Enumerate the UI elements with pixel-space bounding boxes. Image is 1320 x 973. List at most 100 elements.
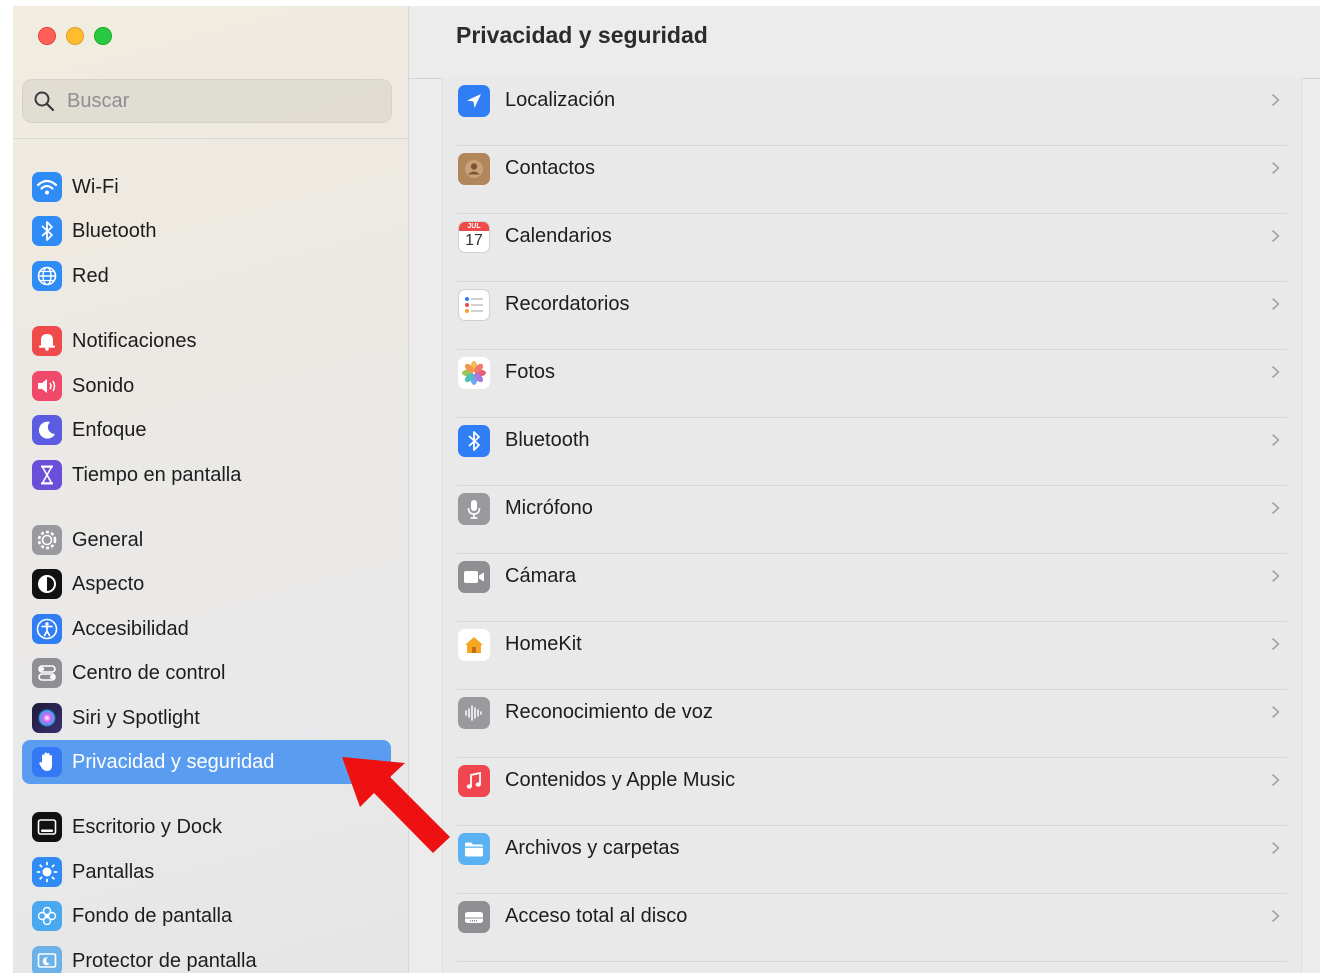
sidebar-item-general[interactable]: General xyxy=(22,518,391,562)
privacy-row-label: Reconocimiento de voz xyxy=(505,701,713,723)
screensaver-icon xyxy=(32,946,62,973)
sidebar-item-displays[interactable]: Pantallas xyxy=(22,850,391,894)
calendar-icon: JUL 17 xyxy=(458,221,490,253)
search-field[interactable] xyxy=(22,79,392,123)
zoom-window-button[interactable] xyxy=(94,27,112,45)
sidebar-item-label: Fondo de pantalla xyxy=(72,904,233,927)
chevron-right-icon xyxy=(1272,842,1280,854)
camera-icon xyxy=(458,561,490,593)
dock-icon xyxy=(32,812,62,842)
red-arrow-icon xyxy=(342,757,450,853)
sidebar-item-control-center[interactable]: Centro de control xyxy=(22,651,391,695)
sidebar-item-wifi[interactable]: Wi-Fi xyxy=(22,165,391,209)
chevron-right-icon xyxy=(1272,94,1280,106)
bluetooth-icon xyxy=(458,425,490,457)
privacy-row-homekit[interactable]: HomeKit xyxy=(457,622,1287,690)
privacy-row-bluetooth[interactable]: Bluetooth xyxy=(457,418,1287,486)
sidebar-item-appearance[interactable]: Aspecto xyxy=(22,562,391,606)
wifi-icon xyxy=(32,172,62,202)
chevron-right-icon xyxy=(1272,774,1280,786)
globe-icon xyxy=(32,261,62,291)
sidebar-item-label: Protector de pantalla xyxy=(72,949,257,972)
chevron-right-icon xyxy=(1272,502,1280,514)
moon-icon xyxy=(32,415,62,445)
privacy-row-label: Micrófono xyxy=(505,497,593,519)
sidebar-item-screen-time[interactable]: Tiempo en pantalla xyxy=(22,453,391,497)
sidebar-item-notifications[interactable]: Notificaciones xyxy=(22,319,391,363)
privacy-row-label: Contenidos y Apple Music xyxy=(505,769,736,791)
music-note-icon xyxy=(458,765,490,797)
minimize-window-button[interactable] xyxy=(66,27,84,45)
close-window-button[interactable] xyxy=(38,27,56,45)
privacy-row-label: Archivos y carpetas xyxy=(505,837,680,859)
search-input[interactable] xyxy=(65,88,369,114)
privacy-row-files-folders[interactable]: Archivos y carpetas xyxy=(457,826,1287,894)
sidebar-item-accessibility[interactable]: Accesibilidad xyxy=(22,607,391,651)
privacy-row-label: Fotos xyxy=(505,361,556,383)
sidebar-item-focus[interactable]: Enfoque xyxy=(22,408,391,452)
sidebar-item-label: Sonido xyxy=(72,374,135,397)
sidebar-item-label: Pantallas xyxy=(72,860,155,883)
privacy-row-location[interactable]: Localización xyxy=(457,78,1287,146)
row-divider xyxy=(457,961,1287,962)
privacy-row-label: HomeKit xyxy=(505,633,582,655)
sidebar-item-network[interactable]: Red xyxy=(22,254,391,298)
flower-icon xyxy=(32,901,62,931)
search-icon xyxy=(34,91,55,112)
chevron-right-icon xyxy=(1272,706,1280,718)
main-content: Privacidad y seguridad Localización Cont… xyxy=(409,6,1320,973)
privacy-row-speech-recognition[interactable]: Reconocimiento de voz xyxy=(457,690,1287,758)
chevron-right-icon xyxy=(1272,366,1280,378)
sidebar-item-label: Notificaciones xyxy=(72,329,197,352)
contacts-icon xyxy=(458,153,490,185)
privacy-row-label: Acceso total al disco xyxy=(505,905,688,927)
sidebar-item-label: Privacidad y seguridad xyxy=(72,750,275,773)
siri-icon xyxy=(32,703,62,733)
calendar-month: JUL xyxy=(459,222,489,231)
sidebar-item-sound[interactable]: Sonido xyxy=(22,364,391,408)
sidebar-item-label: Wi-Fi xyxy=(72,175,119,198)
settings-window: Wi-Fi Bluetooth Red Notificaciones xyxy=(13,6,1320,973)
privacy-row-label: Bluetooth xyxy=(505,429,590,451)
toolbar: Privacidad y seguridad xyxy=(409,6,1320,79)
home-icon xyxy=(458,629,490,661)
privacy-row-full-disk-access[interactable]: Acceso total al disco xyxy=(457,894,1287,962)
sidebar-item-label: Bluetooth xyxy=(72,219,157,242)
sidebar-item-bluetooth[interactable]: Bluetooth xyxy=(22,209,391,253)
sidebar-item-wallpaper[interactable]: Fondo de pantalla xyxy=(22,894,391,938)
sidebar-item-siri-spotlight[interactable]: Siri y Spotlight xyxy=(22,696,391,740)
sidebar-item-label: Centro de control xyxy=(72,661,226,684)
folder-icon xyxy=(458,833,490,865)
hourglass-icon xyxy=(32,460,62,490)
accessibility-icon xyxy=(32,614,62,644)
chevron-right-icon xyxy=(1272,298,1280,310)
sidebar-divider xyxy=(13,138,408,139)
waveform-icon xyxy=(458,697,490,729)
microphone-icon xyxy=(458,493,490,525)
page-title: Privacidad y seguridad xyxy=(456,22,708,48)
location-arrow-icon xyxy=(458,85,490,117)
privacy-row-label: Calendarios xyxy=(505,225,612,247)
disk-icon xyxy=(458,901,490,933)
sidebar-item-label: Aspecto xyxy=(72,572,145,595)
privacy-row-calendars[interactable]: JUL 17 Calendarios xyxy=(457,214,1287,282)
sidebar-item-screensaver[interactable]: Protector de pantalla xyxy=(22,939,391,973)
privacy-row-media-apple-music[interactable]: Contenidos y Apple Music xyxy=(457,758,1287,826)
sidebar-item-label: General xyxy=(72,528,144,551)
chevron-right-icon xyxy=(1272,230,1280,242)
gear-icon xyxy=(32,525,62,555)
calendar-day: 17 xyxy=(465,232,483,249)
appearance-icon xyxy=(32,569,62,599)
sun-icon xyxy=(32,857,62,887)
privacy-row-reminders[interactable]: Recordatorios xyxy=(457,282,1287,350)
privacy-row-label: Contactos xyxy=(505,157,596,179)
privacy-row-photos[interactable]: Fotos xyxy=(457,350,1287,418)
privacy-row-microphone[interactable]: Micrófono xyxy=(457,486,1287,554)
privacy-row-label: Recordatorios xyxy=(505,293,630,315)
privacy-row-contacts[interactable]: Contactos xyxy=(457,146,1287,214)
chevron-right-icon xyxy=(1272,638,1280,650)
chevron-right-icon xyxy=(1272,570,1280,582)
sidebar-item-label: Tiempo en pantalla xyxy=(72,463,242,486)
privacy-row-camera[interactable]: Cámara xyxy=(457,554,1287,622)
sidebar-item-label: Enfoque xyxy=(72,418,147,441)
